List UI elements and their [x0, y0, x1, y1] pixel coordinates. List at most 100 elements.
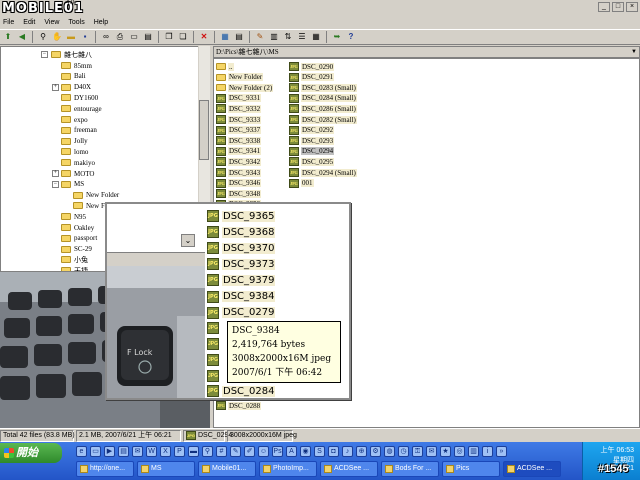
details-icon[interactable]: ☰ [296, 31, 308, 43]
tree-item[interactable]: 85mm [61, 60, 92, 71]
tree-item[interactable]: Bali [61, 71, 86, 82]
paint-icon[interactable]: ✐ [244, 445, 255, 457]
collapse-icon[interactable]: − [41, 51, 48, 58]
network-icon[interactable]: ⊕ [356, 445, 367, 457]
file-item[interactable]: JPG DSC_0282 (Small) [289, 114, 357, 125]
file-item[interactable]: JPG DSC_9341 [216, 146, 262, 157]
file-item[interactable]: JPG DSC_0284 (Small) [289, 93, 357, 104]
task-button[interactable]: Pics [442, 461, 500, 477]
tree-item[interactable]: Oakley [61, 222, 94, 233]
search-icon[interactable]: ⚲ [202, 445, 213, 457]
exif-icon[interactable]: ▥ [268, 31, 280, 43]
folder-icon[interactable]: ▬ [188, 445, 199, 457]
notepad-icon[interactable]: ✎ [230, 445, 241, 457]
list-icon[interactable]: ▤ [233, 31, 245, 43]
file-item[interactable]: JPG DSC_0288 [216, 400, 262, 411]
tree-item[interactable]: lomo [61, 146, 88, 157]
up-folder-icon[interactable]: ⬆ [2, 31, 14, 43]
task-button[interactable]: ACDSee ... [320, 461, 378, 477]
menu-edit[interactable]: Edit [23, 16, 35, 29]
popup-file-item[interactable]: JPG DSC_0284 [207, 383, 276, 399]
calc-icon[interactable]: # [216, 445, 227, 457]
popup-file-item[interactable]: JPG DSC_9368 [207, 224, 276, 240]
world-icon[interactable]: ◍ [384, 445, 395, 457]
delete-icon[interactable]: ✕ [198, 31, 210, 43]
tree-item-root[interactable]: − 雜七雜八 [41, 49, 92, 60]
file-item[interactable]: JPG DSC_9346 [216, 178, 262, 189]
powerpoint-icon[interactable]: P [174, 445, 185, 457]
popup-file-item[interactable]: JPG DSC_9384 [207, 289, 276, 305]
file-item[interactable]: JPG DSC_9337 [216, 125, 262, 136]
tree-item[interactable]: Jolly [61, 136, 88, 147]
outlook-icon[interactable]: ✉ [132, 445, 143, 457]
music-icon[interactable]: ♪ [342, 445, 353, 457]
file-item[interactable]: JPG DSC_0295 [289, 156, 335, 167]
task-button[interactable]: Mobile01... [198, 461, 256, 477]
save-icon[interactable]: ▪ [79, 31, 91, 43]
photoshop-icon[interactable]: Ps [272, 445, 283, 457]
more-icon[interactable]: » [496, 445, 507, 457]
edit-icon[interactable]: ✎ [254, 31, 266, 43]
chevron-down-icon[interactable]: ▼ [629, 47, 639, 57]
expand-icon[interactable]: + [52, 170, 59, 177]
excel-icon[interactable]: X [160, 445, 171, 457]
grid-icon[interactable]: ▦ [310, 31, 322, 43]
tree-item[interactable]: passport [61, 233, 97, 244]
messenger-icon[interactable]: ☺ [258, 445, 269, 457]
file-item[interactable]: JPG 001 [289, 178, 314, 189]
tree-item[interactable]: DY1600 [61, 92, 98, 103]
maximize-button[interactable]: □ [612, 2, 624, 12]
file-item[interactable]: JPG DSC_0283 (Small) [289, 82, 357, 93]
tree-item[interactable]: + MOTO [52, 168, 94, 179]
clock-icon[interactable]: ◷ [398, 445, 409, 457]
popup-file-item[interactable]: JPG DSC_9365 [207, 208, 276, 224]
tray-time[interactable]: 上午 06:53 [601, 445, 634, 455]
folder-item[interactable]: New Folder [216, 72, 264, 83]
mail-icon[interactable]: ✉ [426, 445, 437, 457]
file-item[interactable]: JPG DSC_9331 [216, 93, 262, 104]
menu-tools[interactable]: Tools [68, 16, 84, 29]
chart-icon[interactable]: ▥ [468, 445, 479, 457]
menu-file[interactable]: File [3, 16, 14, 29]
tree-item[interactable]: expo [61, 114, 88, 125]
copy-icon[interactable]: ❐ [163, 31, 175, 43]
file-item[interactable]: JPG DSC_9338 [216, 135, 262, 146]
tree-scroll-thumb[interactable] [199, 100, 209, 160]
acquire-icon[interactable]: ▤ [142, 31, 154, 43]
tree-item[interactable]: New Folder [73, 190, 119, 201]
task-button[interactable]: Bods For ... [381, 461, 439, 477]
tree-item[interactable]: SC-29 [61, 244, 92, 255]
tree-item[interactable]: makiyo [61, 157, 95, 168]
glasses-icon[interactable]: ∞ [100, 31, 112, 43]
tree-item[interactable]: − MS [52, 179, 84, 190]
file-item[interactable]: JPG DSC_9348 [216, 188, 262, 199]
binoculars-icon[interactable]: ⚲ [37, 31, 49, 43]
menu-help[interactable]: Help [94, 16, 108, 29]
hand-icon[interactable]: ✋ [51, 31, 63, 43]
tree-item[interactable]: 小兔 [61, 254, 88, 265]
explorer-icon[interactable]: ▤ [118, 445, 129, 457]
task-button[interactable]: http://one... [76, 461, 134, 477]
file-item[interactable]: JPG DSC_9343 [216, 167, 262, 178]
popup-file-item[interactable]: JPG DSC_9370 [207, 240, 276, 256]
info-icon[interactable]: i [482, 445, 493, 457]
popup-file-item[interactable]: JPG DSC_0279 [207, 305, 276, 321]
file-item[interactable]: JPG DSC_0293 [289, 135, 335, 146]
expand-icon[interactable]: + [52, 83, 59, 91]
acdsee-icon[interactable]: A [286, 445, 297, 457]
tree-item[interactable]: + D40X [52, 82, 91, 93]
chevron-down-icon[interactable]: ⌄ [181, 234, 195, 247]
popup-file-item[interactable]: JPG DSC_9373 [207, 256, 276, 272]
scanner-icon[interactable]: ▭ [128, 31, 140, 43]
tree-item[interactable]: N95 [61, 211, 86, 222]
tree-item[interactable]: 天捷 [61, 265, 88, 271]
back-icon[interactable]: ➥ [331, 31, 343, 43]
print-icon[interactable]: ⎙ [114, 31, 126, 43]
task-button-active[interactable]: ACDSee ... [503, 461, 561, 477]
file-item[interactable]: JPG DSC_9333 [216, 114, 262, 125]
file-item[interactable]: JPG DSC_0291 [289, 72, 335, 83]
file-item[interactable]: JPG DSC_9342 [216, 156, 262, 167]
browse-icon[interactable]: ◀ [16, 31, 28, 43]
word-icon[interactable]: W [146, 445, 157, 457]
tree-item[interactable]: entourage [61, 103, 102, 114]
